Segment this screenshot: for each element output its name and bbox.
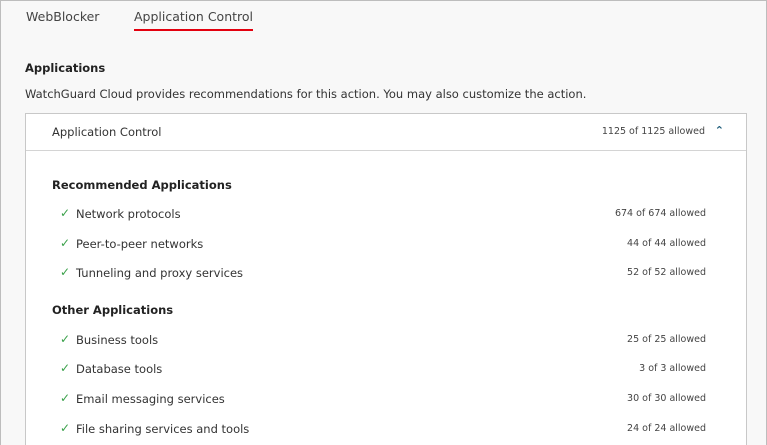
tab-webblocker[interactable]: WebBlocker (26, 9, 99, 24)
list-item[interactable]: ✓ Network protocols 674 of 674 allowed (60, 206, 706, 224)
app-frame: WebBlocker Application Control Applicati… (0, 0, 767, 445)
item-count: 52 of 52 allowed (627, 267, 706, 278)
list-item[interactable]: ✓ Tunneling and proxy services 52 of 52 al… (60, 265, 706, 283)
check-icon: ✓ (60, 265, 71, 279)
check-icon: ✓ (60, 391, 71, 405)
recommended-heading: Recommended Applications (52, 178, 232, 192)
item-label: Business tools (76, 333, 159, 347)
application-control-panel: Application Control 1125 of 1125 allowed… (25, 113, 747, 445)
item-count: 3 of 3 allowed (639, 363, 706, 374)
item-count: 674 of 674 allowed (614, 208, 706, 219)
item-label: Database tools (76, 362, 163, 376)
item-count: 44 of 44 allowed (627, 238, 706, 249)
list-item[interactable]: ✓ Database tools 3 of 3 allowed (60, 361, 706, 379)
list-item[interactable]: ✓ Business tools 25 of 25 allowed (60, 332, 706, 350)
item-label: Peer-to-peer networks (76, 237, 204, 251)
tab-application-control[interactable]: Application Control (134, 9, 254, 31)
list-item[interactable]: ✓ Peer-to-peer networks 44 of 44 allowed (60, 236, 706, 254)
item-count: 24 of 24 allowed (627, 423, 706, 434)
item-label: File sharing services and tools (76, 422, 250, 436)
check-icon: ✓ (60, 236, 71, 250)
item-label: Email messaging services (76, 392, 225, 406)
chevron-up-icon[interactable]: ⌃ (715, 124, 724, 137)
check-icon: ✓ (60, 332, 71, 346)
list-item[interactable]: ✓ Email messaging services 30 of 30 allowe… (60, 391, 706, 409)
panel-title: Application Control (52, 125, 162, 139)
check-icon: ✓ (60, 421, 71, 435)
section-description: WatchGuard Cloud provides recommendation… (25, 87, 587, 101)
check-icon: ✓ (60, 361, 71, 375)
item-label: Network protocols (76, 207, 181, 221)
item-label: Tunneling and proxy services (76, 266, 244, 280)
section-title: Applications (25, 61, 106, 75)
list-item[interactable]: ✓ File sharing services and tools 24 of 24… (60, 421, 706, 439)
panel-count: 1125 of 1125 allowed (601, 126, 705, 137)
panel-header[interactable]: Application Control 1125 of 1125 allowed… (26, 114, 746, 151)
other-heading: Other Applications (52, 303, 174, 317)
item-count: 30 of 30 allowed (627, 393, 706, 404)
check-icon: ✓ (60, 206, 71, 220)
item-count: 25 of 25 allowed (627, 334, 706, 345)
